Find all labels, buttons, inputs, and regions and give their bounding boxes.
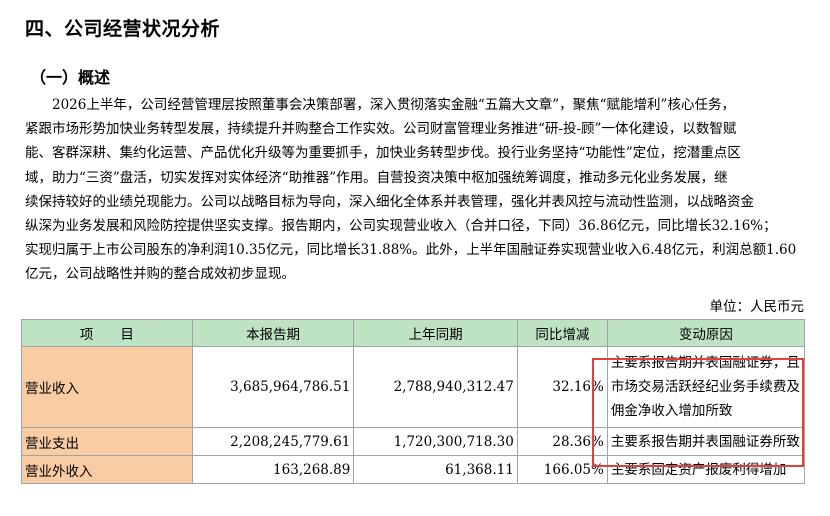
row-current: 3,685,964,786.51 (191, 346, 355, 428)
row-previous: 1,720,300,718.30 (353, 427, 518, 456)
row-reason: 主要系固定资产报废利得增加 (606, 455, 806, 484)
row-change: 28.36% (516, 427, 608, 456)
row-current: 2,208,245,779.61 (191, 427, 355, 456)
row-change: 32.16% (516, 346, 608, 428)
header-current-period: 本报告期 (191, 319, 355, 347)
paragraph-line: 实现归属于上市公司股东的净利润10.35亿元，同比增长31.88%。此外，上半年… (25, 242, 797, 259)
section-title: 四、公司经营状况分析 (25, 18, 221, 40)
reason-line: 主要系报告期并表国融证券，且 (610, 355, 800, 371)
row-previous: 2,788,940,312.47 (353, 346, 518, 428)
overview-paragraph: 2026上半年，公司经营管理层按照董事会决策部署，深入贯彻落实金融“五篇大文章”… (25, 93, 805, 287)
financial-table: 项 目 本报告期 上年同期 同比增减 变动原因 营业收入 3,685,964,7… (21, 319, 806, 484)
reason-line: 佣金净收入增加所致 (610, 403, 733, 419)
header-item: 项 目 (21, 319, 193, 347)
paragraph-line: 2026上半年，公司经营管理层按照董事会决策部署，深入贯彻落实金融“五篇大文章”… (25, 97, 735, 113)
reason-line: 主要系报告期并表国融证券所致 (610, 433, 800, 450)
table-row: 营业收入 3,685,964,786.51 2,788,940,312.47 3… (21, 346, 806, 428)
row-reason: 主要系报告期并表国融证券所致 (606, 427, 806, 456)
reason-line: 市场交易活跃经纪业务手续费及 (610, 379, 800, 395)
row-reason: 主要系报告期并表国融证券，且 市场交易活跃经纪业务手续费及 佣金净收入增加所致 (606, 346, 806, 428)
paragraph-line: 纵深为业务发展和风险防控提供坚实支撑。报告期内，公司实现营业收入（合并口径，下同… (25, 218, 777, 235)
row-previous: 61,368.11 (353, 455, 518, 484)
paragraph-line: 紧跟市场形势加快业务转型发展，持续提升并购整合工作实效。公司财富管理业务推进“研… (25, 121, 737, 138)
paragraph-line: 亿元，公司战略性并购的整合成效初步显现。 (25, 266, 295, 283)
row-change: 166.05% (516, 455, 608, 484)
paragraph-line: 域，助力“三资”盘活，切实发挥对实体经济“助推器”作用。自营投资决策中枢加强统筹… (25, 169, 728, 186)
header-yoy-change: 同比增减 (516, 319, 608, 347)
table-header-row: 项 目 本报告期 上年同期 同比增减 变动原因 (21, 319, 806, 347)
unit-label: 单位：人民币元 (709, 299, 805, 315)
table-row: 营业支出 2,208,245,779.61 1,720,300,718.30 2… (21, 427, 806, 456)
header-change-reason: 变动原因 (606, 319, 806, 347)
reason-line: 主要系固定资产报废利得增加 (610, 461, 787, 478)
paragraph-line: 续保持较好的业绩兑现能力。公司以战略目标为导向，深入细化全体系并表管理，强化并表… (25, 193, 754, 210)
row-item: 营业收入 (21, 346, 193, 428)
table-row: 营业外收入 163,268.89 61,368.11 166.05% 主要系固定… (21, 455, 806, 484)
subsection-title: （一）概述 (30, 68, 111, 87)
row-current: 163,268.89 (191, 455, 355, 484)
header-previous-period: 上年同期 (353, 319, 518, 347)
row-item: 营业支出 (21, 427, 193, 456)
paragraph-line: 能、客群深耕、集约化运营、产品优化升级等为重要抓手，加快业务转型步伐。投行业务坚… (25, 145, 741, 162)
row-item: 营业外收入 (21, 455, 193, 484)
